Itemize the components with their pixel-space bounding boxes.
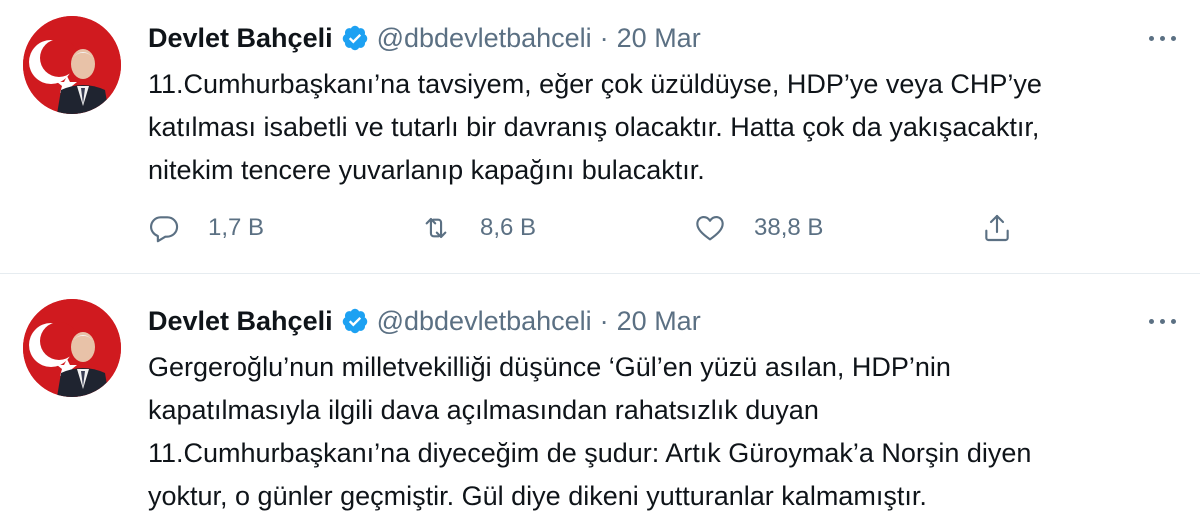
verified-badge-icon <box>341 307 369 335</box>
author-name[interactable]: Devlet Bahçeli <box>148 306 333 337</box>
retweet-button[interactable]: 8,6 B <box>420 208 536 248</box>
like-button[interactable]: 38,8 B <box>694 208 823 248</box>
author-handle[interactable]: @dbdevletbahceli <box>377 23 592 54</box>
reply-icon <box>148 212 180 244</box>
like-heart-icon <box>694 212 726 244</box>
verified-badge-icon <box>341 24 369 52</box>
tweet[interactable]: Devlet Bahçeli @dbdevletbahceli · 20 Mar… <box>0 275 1200 518</box>
author-handle[interactable]: @dbdevletbahceli <box>377 306 592 337</box>
retweet-count: 8,6 B <box>480 214 537 241</box>
avatar[interactable] <box>23 299 121 397</box>
reply-count: 1,7 B <box>208 214 265 241</box>
tweet-header: Devlet Bahçeli @dbdevletbahceli · 20 Mar <box>148 20 701 56</box>
more-options-icon[interactable] <box>1142 309 1182 333</box>
more-options-icon[interactable] <box>1142 26 1182 50</box>
tweet-header: Devlet Bahçeli @dbdevletbahceli · 20 Mar <box>148 303 701 339</box>
tweet-text: 11.Cumhurbaşkanı’na tavsiyem, eğer çok ü… <box>148 69 1042 185</box>
avatar[interactable] <box>23 16 121 114</box>
separator-dot: · <box>599 305 609 336</box>
tweet-feed: Devlet Bahçeli @dbdevletbahceli · 20 Mar… <box>0 0 1200 518</box>
tweet-date[interactable]: 20 Mar <box>617 23 701 54</box>
tweet-text: Gergeroğlu’nun milletvekilliği düşünce ‘… <box>148 352 1032 511</box>
separator-dot: · <box>599 22 609 53</box>
share-icon <box>981 212 1013 244</box>
author-name[interactable]: Devlet Bahçeli <box>148 23 333 54</box>
share-button[interactable] <box>981 208 1013 248</box>
reply-button[interactable]: 1,7 B <box>148 208 264 248</box>
tweet-actions: 1,7 B 8,6 B 38,8 B <box>148 208 1048 248</box>
tweet-date[interactable]: 20 Mar <box>617 306 701 337</box>
tweet[interactable]: Devlet Bahçeli @dbdevletbahceli · 20 Mar… <box>0 0 1200 274</box>
like-count: 38,8 B <box>754 214 824 241</box>
retweet-icon <box>420 212 452 244</box>
